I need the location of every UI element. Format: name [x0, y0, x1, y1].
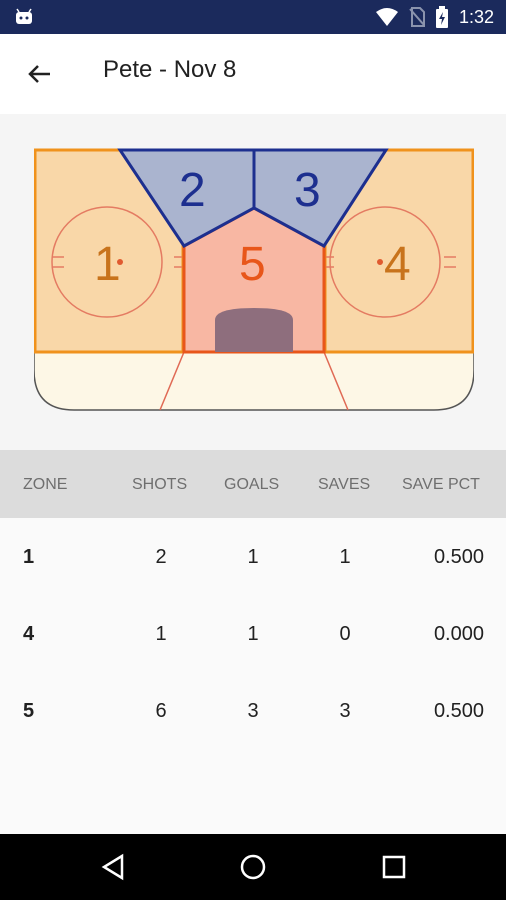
status-time: 1:32: [458, 6, 494, 27]
app-bar: Pete - Nov 8: [0, 34, 506, 114]
rink-area: 1 2 3 4 5: [0, 114, 506, 450]
zone-label-4: 4: [384, 238, 411, 291]
col-save-pct: SAVE PCT: [402, 476, 480, 493]
stats-table: 1 2 1 1 0.500 4 1 1 0 0.000 5 6 3 3 0.50…: [0, 518, 506, 834]
nav-bar: [0, 834, 506, 900]
zone-label-5: 5: [239, 238, 266, 291]
zone-cell: 4: [23, 623, 35, 645]
table-row[interactable]: 5 6 3 3 0.500: [0, 672, 506, 749]
nav-recents-icon[interactable]: [379, 852, 409, 882]
shots-cell: 2: [155, 546, 167, 568]
battery-icon: [435, 6, 448, 28]
saves-cell: 3: [339, 700, 351, 722]
zone-label-1: 1: [94, 238, 121, 291]
table-row[interactable]: 1 2 1 1 0.500: [0, 518, 506, 595]
nav-back-icon[interactable]: [98, 852, 128, 882]
wifi-icon: [375, 8, 398, 26]
save-pct-cell: 0.000: [433, 623, 484, 645]
zone-label-3: 3: [294, 164, 321, 217]
rink-diagram: 1 2 3 4 5: [34, 148, 474, 411]
zone-label-2: 2: [179, 164, 206, 217]
nav-home-icon[interactable]: [238, 852, 268, 882]
status-bar: 1:32: [0, 0, 506, 34]
col-zone: ZONE: [23, 476, 68, 493]
page-title: Pete - Nov 8: [103, 56, 237, 83]
shots-cell: 6: [155, 700, 167, 722]
col-shots: SHOTS: [132, 476, 188, 493]
table-row[interactable]: 4 1 1 0 0.000: [0, 595, 506, 672]
android-icon: [16, 8, 32, 24]
col-saves: SAVES: [318, 476, 371, 493]
save-pct-cell: 0.500: [433, 546, 484, 568]
back-arrow-icon[interactable]: [22, 56, 58, 92]
col-goals: GOALS: [224, 476, 280, 493]
saves-cell: 1: [339, 546, 351, 568]
save-pct-cell: 0.500: [433, 700, 484, 722]
shots-cell: 1: [155, 623, 167, 645]
goals-cell: 1: [247, 623, 259, 645]
table-header: ZONE SHOTS GOALS SAVES SAVE PCT: [0, 450, 506, 518]
zone-cell: 1: [23, 546, 35, 568]
goals-cell: 3: [247, 700, 259, 722]
goals-cell: 1: [247, 546, 259, 568]
no-sim-icon: [409, 7, 425, 27]
zone-cell: 5: [23, 700, 35, 722]
saves-cell: 0: [339, 623, 351, 645]
